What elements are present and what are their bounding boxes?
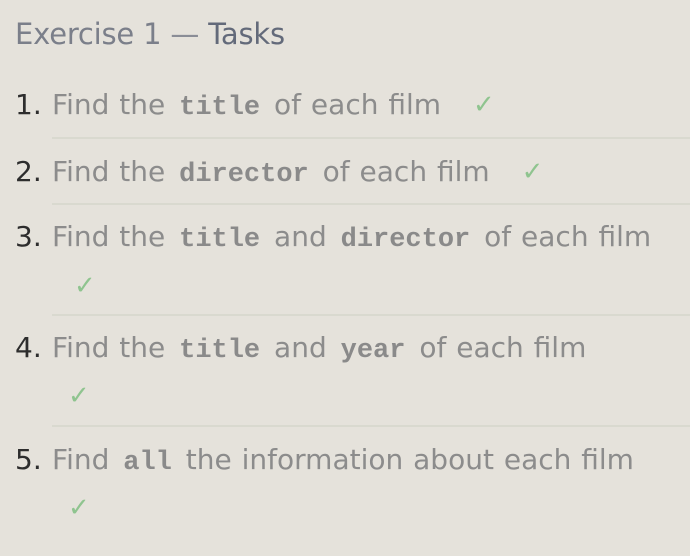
task-text: Find the title and director of each film… [52,214,674,310]
task-code-part: title [179,336,261,366]
task-text: Find the title of each film ✓ [52,82,674,131]
task-text: Find the director of each film ✓ [52,149,674,198]
task-code-part: title [179,93,261,123]
task-number: 4. [15,331,42,364]
task-text-part: Find the [52,88,176,121]
check-icon: ✓ [521,157,544,187]
task-divider [52,137,690,139]
task-text-part: and [274,331,337,364]
task-text-part: the information about each film [185,443,634,476]
task-number: 2. [15,155,42,188]
task-text-part: and [274,220,337,253]
task-text-part: of each film [274,88,442,121]
task-text-part: Find the [52,220,176,253]
task-code-part: all [123,448,172,478]
task-divider [52,314,690,316]
check-icon: ✓ [472,90,495,120]
check-icon: ✓ [68,381,90,411]
task-text-part: of each film [419,331,587,364]
task-number: 1. [15,88,42,121]
task-text: Find the title and year of each film ✓ [52,325,674,420]
task-number: 3. [15,220,42,253]
check-icon: ✓ [74,271,96,301]
task-text-part: of each film [484,220,652,253]
task-code-part: title [179,225,261,255]
task-text-part: of each film [322,155,490,188]
task-text-part: Find the [52,155,176,188]
task-text-part: Find [52,443,120,476]
task-divider [52,203,690,205]
task-code-part: director [179,160,309,190]
task-code-part: director [340,225,471,255]
check-icon: ✓ [68,493,90,523]
task-text: Find all the information about each film… [52,437,674,532]
task-divider [52,425,690,427]
task-list: 1. Find the title of each film ✓ 2. Find… [0,0,690,556]
task-code-part: year [340,336,406,366]
task-text-part: Find the [52,331,176,364]
task-number: 5. [15,443,42,476]
